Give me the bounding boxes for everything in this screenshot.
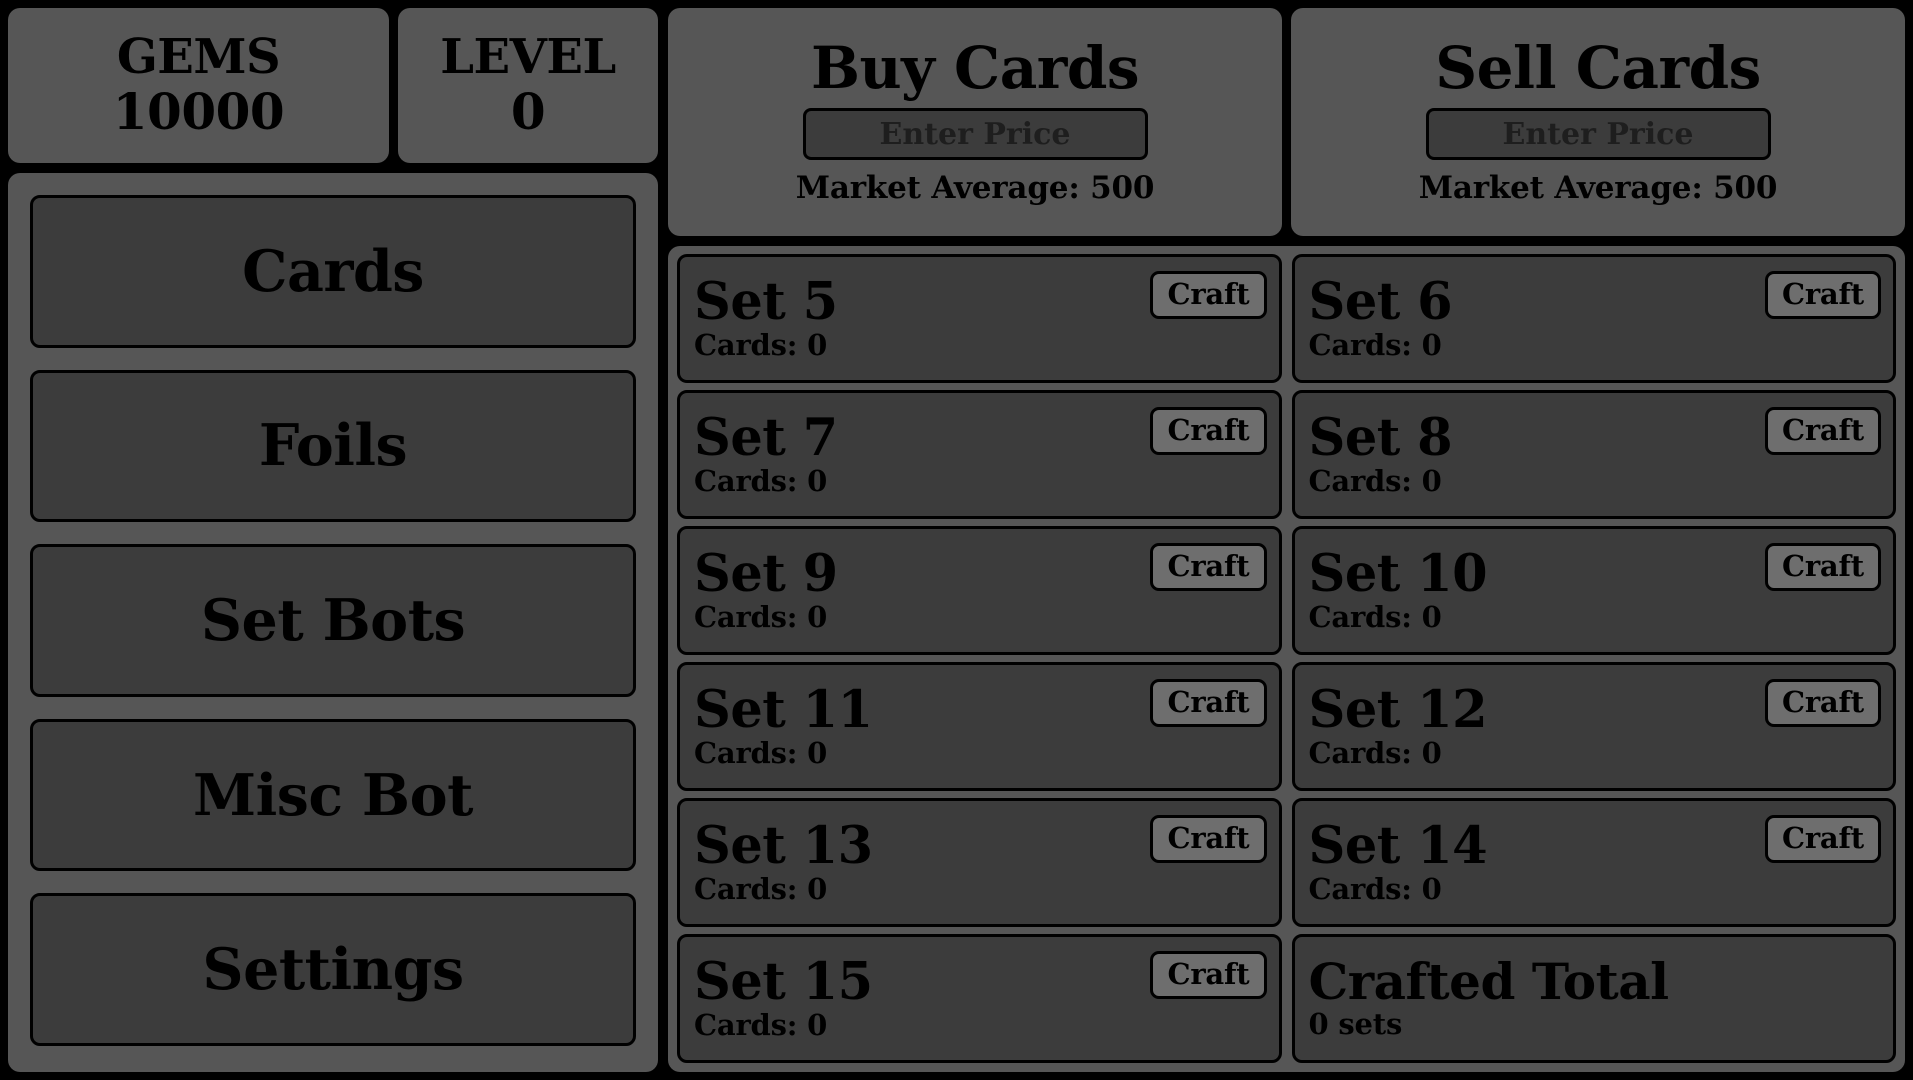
set-card: Set 11 Cards: 0 Craft — [677, 662, 1282, 791]
set-count: Cards: 0 — [1308, 735, 1442, 770]
set-card: Set 12 Cards: 0 Craft — [1291, 662, 1896, 791]
sidebar-item-cards[interactable]: Cards — [30, 195, 636, 348]
sidebar-nav-panel: Cards Foils Set Bots Misc Bot Settings — [8, 173, 658, 1072]
sell-price-input[interactable] — [1425, 108, 1771, 161]
craft-button[interactable]: Craft — [1764, 271, 1881, 320]
craft-button[interactable]: Craft — [1150, 271, 1267, 320]
sidebar-item-misc-bot[interactable]: Misc Bot — [30, 718, 636, 872]
app-root: GEMS 10000 LEVEL 0 Cards Foils Set Bots … — [0, 0, 1913, 1080]
set-card: Set 7 Cards: 0 Craft — [677, 390, 1282, 519]
set-count: Cards: 0 — [1308, 599, 1442, 634]
set-card: Set 9 Cards: 0 Craft — [677, 526, 1282, 655]
sets-grid: Set 5 Cards: 0 Craft Set 6 Cards: 0 Craf… — [668, 246, 1905, 1072]
gems-label: GEMS — [116, 28, 281, 85]
sidebar-item-set-bots[interactable]: Set Bots — [30, 544, 636, 697]
craft-button[interactable]: Craft — [1150, 951, 1267, 1000]
right-column: Buy Cards Market Average: 500 Sell Cards… — [668, 8, 1905, 1072]
left-column: GEMS 10000 LEVEL 0 Cards Foils Set Bots … — [8, 8, 658, 1072]
set-count: Cards: 0 — [694, 463, 828, 498]
buy-price-input[interactable] — [802, 108, 1148, 161]
set-card: Set 15 Cards: 0 Craft — [677, 934, 1282, 1063]
craft-button[interactable]: Craft — [1764, 679, 1881, 728]
set-count: Cards: 0 — [1308, 463, 1442, 498]
set-count: Cards: 0 — [694, 735, 828, 770]
level-label: LEVEL — [440, 28, 616, 85]
craft-button[interactable]: Craft — [1150, 679, 1267, 728]
set-count: Cards: 0 — [1308, 871, 1442, 906]
buy-market-average: Market Average: 500 — [795, 170, 1155, 207]
set-count: Cards: 0 — [694, 599, 828, 634]
stats-row: GEMS 10000 LEVEL 0 — [8, 8, 658, 163]
sidebar-item-settings[interactable]: Settings — [30, 893, 636, 1046]
crafted-total-value: 0 sets — [1308, 1007, 1403, 1042]
trade-row: Buy Cards Market Average: 500 Sell Cards… — [668, 8, 1905, 236]
gems-value: 10000 — [112, 82, 285, 142]
buy-cards-title: Buy Cards — [810, 33, 1140, 102]
sell-market-average: Market Average: 500 — [1418, 170, 1778, 207]
set-count: Cards: 0 — [694, 327, 828, 362]
set-card: Set 10 Cards: 0 Craft — [1291, 526, 1896, 655]
craft-button[interactable]: Craft — [1764, 543, 1881, 592]
sidebar-item-foils[interactable]: Foils — [30, 369, 636, 523]
craft-button[interactable]: Craft — [1764, 815, 1881, 864]
level-value: 0 — [510, 82, 546, 142]
set-count: Cards: 0 — [694, 871, 828, 906]
crafted-total-card: Crafted Total 0 sets — [1291, 934, 1896, 1063]
buy-cards-panel: Buy Cards Market Average: 500 — [668, 8, 1282, 236]
craft-button[interactable]: Craft — [1150, 407, 1267, 456]
craft-button[interactable]: Craft — [1764, 407, 1881, 456]
craft-button[interactable]: Craft — [1150, 815, 1267, 864]
craft-button[interactable]: Craft — [1150, 543, 1267, 592]
set-card: Set 5 Cards: 0 Craft — [677, 254, 1282, 383]
crafted-total-title: Crafted Total — [1308, 952, 1670, 1012]
set-count: Cards: 0 — [694, 1007, 828, 1042]
gems-stat-card: GEMS 10000 — [8, 8, 389, 163]
set-card: Set 14 Cards: 0 Craft — [1291, 798, 1896, 927]
sell-cards-panel: Sell Cards Market Average: 500 — [1291, 8, 1905, 236]
level-stat-card: LEVEL 0 — [398, 8, 658, 163]
set-count: Cards: 0 — [1308, 327, 1442, 362]
sell-cards-title: Sell Cards — [1435, 33, 1761, 102]
set-card: Set 13 Cards: 0 Craft — [677, 798, 1282, 927]
set-card: Set 8 Cards: 0 Craft — [1291, 390, 1896, 519]
set-card: Set 6 Cards: 0 Craft — [1291, 254, 1896, 383]
